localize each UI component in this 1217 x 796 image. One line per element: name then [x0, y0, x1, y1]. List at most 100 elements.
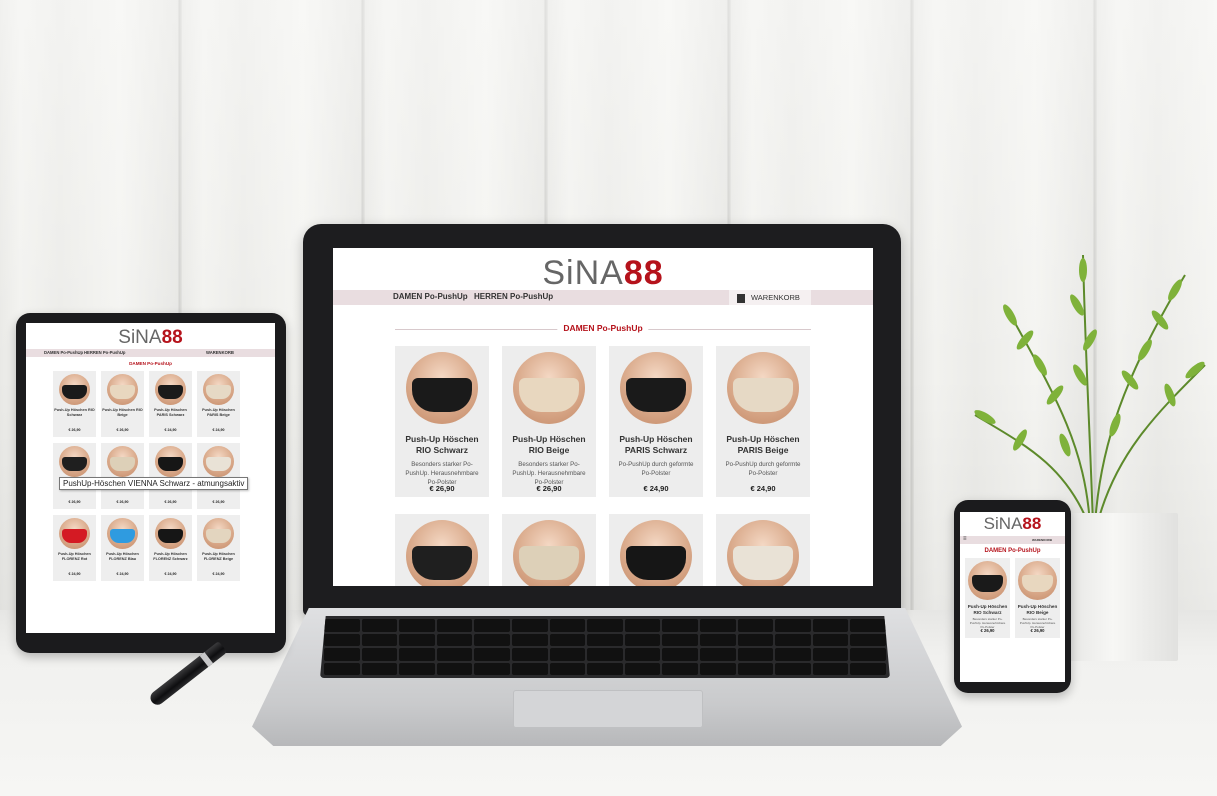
site-logo[interactable]: SiNA88: [333, 254, 873, 293]
product-card[interactable]: VIENNA Beige€ 26,90: [101, 443, 144, 509]
keyboard-key[interactable]: [662, 648, 698, 661]
keyboard-key[interactable]: [399, 662, 435, 675]
nav-damen[interactable]: DAMEN Po-PushUp: [44, 350, 83, 355]
keyboard-key[interactable]: [624, 633, 661, 646]
keyboard-key[interactable]: [850, 619, 886, 632]
product-image[interactable]: [1018, 561, 1057, 600]
product-name[interactable]: Push-Up Höschen PARIS Schwarz: [613, 434, 699, 456]
product-image[interactable]: [59, 518, 90, 549]
keyboard-key[interactable]: [474, 633, 510, 646]
product-image[interactable]: [107, 446, 138, 477]
keyboard-key[interactable]: [474, 662, 510, 675]
keyboard-key[interactable]: [549, 633, 586, 646]
keyboard-key[interactable]: [737, 619, 774, 632]
product-name[interactable]: Push-Up Höschen FLORENZ Rot: [54, 552, 95, 562]
keyboard-key[interactable]: [361, 633, 398, 646]
product-card[interactable]: Push-Up Höschen FLORENZ Rot € 24,90: [53, 515, 96, 581]
keyboard-key[interactable]: [850, 633, 886, 646]
keyboard-key[interactable]: [624, 619, 661, 632]
keyboard-key[interactable]: [587, 662, 623, 675]
keyboard-key[interactable]: [737, 633, 774, 646]
keyboard-key[interactable]: [699, 662, 736, 675]
keyboard-key[interactable]: [436, 619, 473, 632]
product-name[interactable]: Push-Up Höschen FLORENZ Beige: [198, 552, 239, 562]
product-name[interactable]: Push-Up Höschen PARIS Schwarz: [150, 408, 191, 418]
product-image[interactable]: [155, 374, 186, 405]
keyboard-key[interactable]: [850, 648, 886, 661]
product-image[interactable]: [513, 520, 585, 586]
keyboard-key[interactable]: [587, 619, 623, 632]
keyboard-key[interactable]: [624, 662, 661, 675]
nav-herren[interactable]: HERREN Po-PushUp: [474, 292, 553, 301]
product-image[interactable]: [727, 520, 799, 586]
keyboard-key[interactable]: [775, 648, 811, 661]
keyboard-key[interactable]: [511, 662, 548, 675]
keyboard-key[interactable]: [549, 648, 586, 661]
product-card[interactable]: [502, 514, 596, 586]
keyboard-key[interactable]: [549, 662, 586, 675]
keyboard-key[interactable]: [511, 648, 548, 661]
product-image[interactable]: [203, 446, 234, 477]
keyboard-key[interactable]: [361, 619, 398, 632]
keyboard-key[interactable]: [850, 662, 886, 675]
product-name[interactable]: Push-Up Höschen FLORENZ Blau: [102, 552, 143, 562]
product-card[interactable]: VIENNA Schwarz€ 26,90: [53, 443, 96, 509]
product-card[interactable]: [609, 514, 703, 586]
product-name[interactable]: Push-Up Höschen RIO Beige: [1016, 604, 1059, 616]
keyboard-key[interactable]: [775, 633, 811, 646]
keyboard-key[interactable]: [699, 633, 736, 646]
keyboard-key[interactable]: [436, 662, 473, 675]
keyboard-key[interactable]: [474, 619, 510, 632]
product-card[interactable]: Push-Up Höschen RIO Schwarz € 26,90: [53, 371, 96, 437]
keyboard-key[interactable]: [324, 648, 360, 661]
hamburger-menu-icon[interactable]: ≡: [963, 536, 967, 542]
product-card[interactable]: Push-Up Höschen PARIS Beige € 24,90: [197, 371, 240, 437]
product-card[interactable]: Push-Up Höschen RIO Beige € 26,90: [101, 371, 144, 437]
product-image[interactable]: [155, 446, 186, 477]
product-image[interactable]: [203, 374, 234, 405]
product-image[interactable]: [406, 352, 478, 424]
product-card[interactable]: Push-Up Höschen RIO Beige Besonders stark…: [502, 346, 596, 497]
product-name[interactable]: Push-Up Höschen RIO Schwarz: [54, 408, 95, 418]
cart-button[interactable]: WARENKORB: [729, 290, 811, 305]
keyboard-key[interactable]: [399, 633, 435, 646]
product-image[interactable]: [59, 374, 90, 405]
keyboard-key[interactable]: [699, 648, 736, 661]
product-card[interactable]: Push-Up Höschen RIO Beige Besonders stark…: [1015, 558, 1060, 638]
keyboard-key[interactable]: [812, 619, 849, 632]
keyboard-key[interactable]: [624, 648, 661, 661]
keyboard-key[interactable]: [812, 648, 849, 661]
product-card[interactable]: Push-Up Höschen FLORENZ Beige € 24,90: [197, 515, 240, 581]
keyboard-key[interactable]: [775, 662, 811, 675]
product-image[interactable]: [155, 518, 186, 549]
tablet-logo[interactable]: SiNA88: [26, 327, 275, 349]
keyboard-key[interactable]: [549, 619, 586, 632]
product-card[interactable]: € 26,90: [197, 443, 240, 509]
keyboard-key[interactable]: [324, 619, 360, 632]
keyboard-key[interactable]: [662, 619, 698, 632]
product-name[interactable]: Push-Up Höschen RIO Schwarz: [966, 604, 1009, 616]
product-name[interactable]: Push-Up Höschen FLORENZ Schwarz: [150, 552, 191, 562]
product-name[interactable]: Push-Up Höschen RIO Schwarz: [399, 434, 485, 456]
keyboard-key[interactable]: [775, 619, 811, 632]
laptop-trackpad[interactable]: [513, 690, 703, 728]
product-image[interactable]: [406, 520, 478, 586]
keyboard-key[interactable]: [436, 648, 473, 661]
product-card[interactable]: Push-Up Höschen RIO Schwarz Besonders sta…: [395, 346, 489, 497]
product-card[interactable]: Push-Up Höschen PARIS Beige Po-PushUp dur…: [716, 346, 810, 497]
product-card[interactable]: [716, 514, 810, 586]
product-image[interactable]: [620, 520, 692, 586]
keyboard-key[interactable]: [587, 648, 623, 661]
keyboard-key[interactable]: [324, 633, 360, 646]
product-card[interactable]: Push-Up Höschen FLORENZ Schwarz € 24,90: [149, 515, 192, 581]
nav-damen[interactable]: DAMEN Po-PushUp: [393, 292, 468, 301]
keyboard-key[interactable]: [399, 648, 435, 661]
keyboard-key[interactable]: [436, 633, 473, 646]
product-image[interactable]: [107, 518, 138, 549]
product-card[interactable]: LONDON€ 26,90: [149, 443, 192, 509]
product-card[interactable]: Push-Up Höschen FLORENZ Blau € 24,90: [101, 515, 144, 581]
keyboard-key[interactable]: [737, 662, 774, 675]
cart-button[interactable]: WARENKORB: [206, 350, 234, 355]
product-image[interactable]: [968, 561, 1007, 600]
keyboard-key[interactable]: [662, 633, 698, 646]
